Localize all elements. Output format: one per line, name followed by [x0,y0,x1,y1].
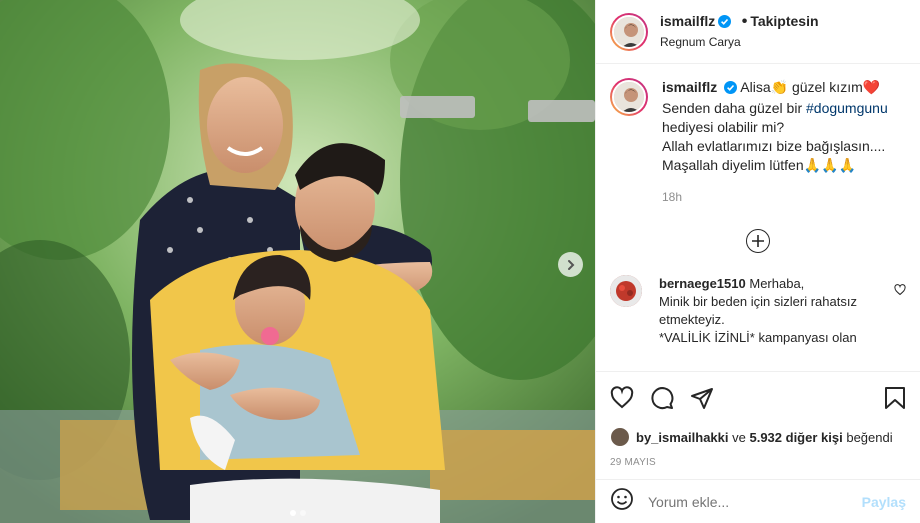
liker-avatar[interactable] [610,427,630,447]
comments-section[interactable]: ismailflz Alisa👏 güzel kızım❤️ Senden da… [596,64,920,371]
caption-username[interactable]: ismailflz [662,79,717,95]
load-more-comments-button[interactable] [746,229,770,253]
hashtag-link[interactable]: #dogumgunu [806,100,888,116]
heart-icon [610,385,634,408]
commenter-avatar[interactable] [610,275,642,307]
carousel-dot [289,510,296,516]
post-sidebar: ismailflz • Takiptesin Regnum Carya isma… [595,0,920,523]
save-button[interactable] [884,386,906,410]
heart-emoji: ❤️ [862,79,881,95]
bookmark-icon [885,386,905,409]
verified-badge-icon [724,80,738,99]
clap-emoji: 👏 [770,79,789,95]
post-header: ismailflz • Takiptesin Regnum Carya [596,0,920,64]
caption-line: Senden daha güzel bir [662,100,803,116]
header-text: ismailflz • Takiptesin Regnum Carya [660,13,819,51]
pray-emoji: 🙏🙏🙏 [803,157,856,173]
caption-line: Maşallah diyelim lütfen [662,157,804,173]
profile-picture-image [614,16,644,47]
like-comment-heart-icon[interactable] [894,283,906,301]
caption-line: hediyesi olabilir mi? [662,119,785,135]
comment-input[interactable] [648,493,862,510]
post-photo[interactable] [0,0,595,523]
comment-button[interactable] [650,386,674,410]
carousel-indicator [0,510,595,516]
instagram-post-modal: ismailflz • Takiptesin Regnum Carya isma… [0,0,920,523]
caption-timestamp[interactable]: 18h [662,188,888,207]
carousel-next-button[interactable] [558,252,583,277]
liker-username[interactable]: by_ismailhakki [636,430,729,445]
comment-bubble-icon [651,386,674,409]
add-comment-bar: Paylaş [596,479,920,523]
profile-picture-image [614,82,644,112]
emoji-button[interactable] [610,487,634,516]
like-button[interactable] [610,385,634,410]
family-photo-image [0,0,595,523]
caption-line: güzel kızım [791,79,863,95]
caption-line: Allah evlatlarımızı bize bağışlasın.... [662,138,886,154]
profile-picture-image [610,275,642,307]
smiley-icon [611,488,633,510]
comment-item: bernaege1510 Merhaba, Minik bir beden iç… [610,275,906,347]
follow-status-button[interactable]: Takiptesin [750,13,818,29]
share-button[interactable] [690,386,714,410]
carousel-dot [299,510,306,516]
author-username[interactable]: ismailflz [660,13,715,29]
post-date[interactable]: 29 MAYIS [596,451,920,479]
post-comment-button[interactable]: Paylaş [862,494,906,510]
plus-icon [752,235,764,247]
verified-badge-icon [718,15,732,33]
comment-text: bernaege1510 Merhaba, Minik bir beden iç… [659,276,857,345]
location-link[interactable]: Regnum Carya [660,33,819,51]
likes-summary: by_ismailhakki ve 5.932 diğer kişi beğen… [596,423,920,451]
commenter-username[interactable]: bernaege1510 [659,276,746,291]
avatar[interactable] [610,12,648,51]
caption-line: Alisa [740,79,771,95]
caption-avatar[interactable] [610,78,648,116]
action-bar [596,371,920,423]
chevron-right-icon [567,259,574,270]
paper-plane-icon [691,387,713,409]
likes-count-link[interactable]: 5.932 diğer kişi [749,430,842,445]
caption: ismailflz Alisa👏 güzel kızım❤️ Senden da… [610,78,906,207]
caption-text: ismailflz Alisa👏 güzel kızım❤️ Senden da… [662,78,888,207]
